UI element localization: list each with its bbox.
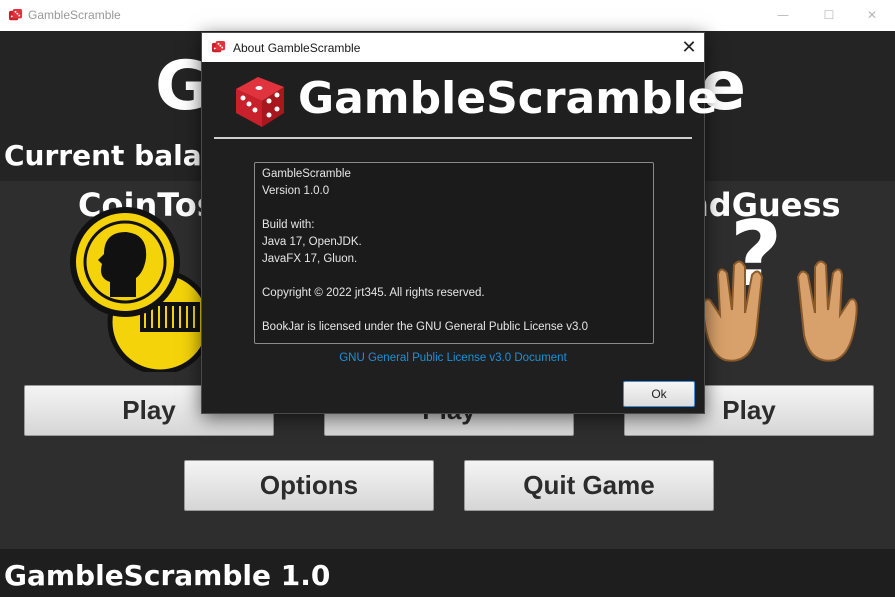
dialog-titlebar: About GambleScramble ✕ [202, 33, 704, 62]
dialog-heading: GambleScramble [298, 73, 718, 124]
ok-button[interactable]: Ok [623, 381, 695, 407]
dialog-title: About GambleScramble [233, 41, 361, 55]
coin-head-icon [70, 207, 213, 372]
window-title: GambleScramble [28, 8, 121, 22]
dialog-close-button[interactable]: ✕ [674, 33, 704, 62]
info-line: GambleScramble [262, 168, 351, 180]
info-line: Java 17, OpenJDK. [262, 236, 362, 248]
dice-logo-icon [236, 77, 284, 127]
options-button[interactable]: Options [184, 460, 434, 511]
footer-version: GambleScramble 1.0 [4, 559, 331, 592]
dialog-divider [214, 137, 692, 139]
info-line: BookJar is licensed under the GNU Genera… [262, 321, 589, 333]
info-line: JavaFX 17, Gluon. [262, 253, 358, 265]
minimize-button[interactable]: — [760, 0, 806, 31]
footer-bar: GambleScramble 1.0 [0, 549, 895, 597]
info-line: Version 1.0.0 [262, 185, 330, 197]
window-close-button[interactable]: ✕ [849, 0, 895, 31]
balance-label: Current balan [4, 139, 222, 172]
maximize-button[interactable]: ☐ [806, 0, 852, 31]
window-titlebar: GambleScramble — ☐ ✕ [0, 0, 895, 31]
hand-question-icon: ? [702, 205, 858, 362]
about-info-box: GambleScramble Version 1.0.0 Build with:… [254, 162, 654, 344]
about-dialog: About GambleScramble ✕ GambleScramble Ga… [201, 32, 718, 414]
dice-icon [211, 40, 226, 53]
quit-game-button[interactable]: Quit Game [464, 460, 714, 511]
info-line: Build with: [262, 219, 315, 231]
info-line: Copyright © 2022 jrt345. All rights rese… [262, 287, 485, 299]
dice-icon [8, 8, 23, 21]
license-link[interactable]: GNU General Public License v3.0 Document [202, 352, 704, 364]
